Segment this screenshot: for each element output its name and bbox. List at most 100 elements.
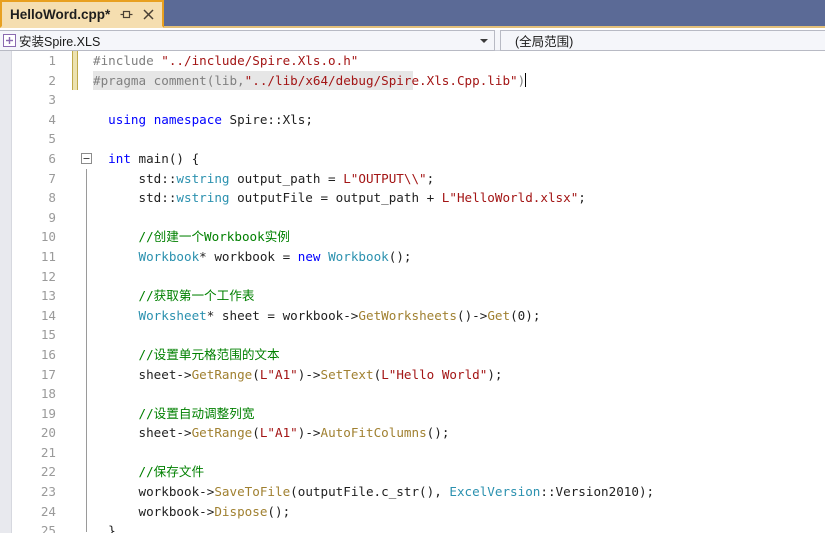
indicator-margin[interactable] bbox=[0, 51, 12, 533]
line-number: 6 bbox=[48, 150, 56, 166]
code-line[interactable]: 10 //创建一个Workbook实例 bbox=[13, 227, 825, 247]
code-line[interactable]: 3 bbox=[13, 90, 825, 110]
indent-guide bbox=[86, 246, 87, 267]
change-bar bbox=[72, 90, 78, 110]
line-number: 24 bbox=[40, 503, 56, 519]
line-number: 9 bbox=[48, 209, 56, 225]
line-number: 2 bbox=[48, 72, 56, 88]
code-line[interactable]: 9 bbox=[13, 207, 825, 228]
code-line[interactable]: 22 //保存文件 bbox=[13, 462, 825, 483]
line-number: 25 bbox=[40, 523, 56, 533]
code-text-area[interactable]: 1 #include "../include/Spire.Xls.o.h" 2 #pr… bbox=[13, 51, 825, 533]
code-text: sheet->GetRange(L"A1")->AutoFitColumns()… bbox=[93, 425, 450, 441]
pin-icon[interactable] bbox=[120, 8, 133, 21]
line-number: 20 bbox=[40, 425, 56, 441]
indent-guide bbox=[86, 344, 87, 365]
member-scope-value: (全局范围) bbox=[515, 35, 574, 49]
change-bar bbox=[72, 169, 78, 189]
code-line[interactable]: 6 int main() { bbox=[13, 149, 825, 169]
change-bar bbox=[72, 267, 78, 287]
code-line[interactable]: 13 //获取第一个工作表 bbox=[13, 286, 825, 306]
project-icon bbox=[3, 34, 16, 47]
line-number: 10 bbox=[40, 229, 56, 245]
line-number: 11 bbox=[40, 248, 56, 264]
change-bar bbox=[72, 247, 78, 267]
code-line[interactable]: 21 bbox=[13, 442, 825, 463]
code-text: sheet->GetRange(L"A1")->SetText(L"Hello … bbox=[93, 366, 503, 382]
indent-guide bbox=[86, 482, 87, 502]
collapse-icon[interactable] bbox=[81, 152, 92, 164]
code-line[interactable]: 20 sheet->GetRange(L"A1")->AutoFitColumn… bbox=[13, 423, 825, 443]
visual-studio-editor-window: HelloWord.cpp* 安装Spire.XLS (全局范围) 1 #inc… bbox=[0, 0, 825, 533]
change-bar bbox=[72, 188, 78, 208]
document-tab-label: HelloWord.cpp* bbox=[10, 6, 111, 22]
code-text: workbook->Dispose(); bbox=[93, 503, 291, 519]
close-icon[interactable] bbox=[142, 8, 155, 21]
code-text: std::wstring output_path = L"OUTPUT\\"; bbox=[93, 170, 435, 186]
line-number: 15 bbox=[40, 327, 56, 343]
change-bar bbox=[72, 51, 78, 71]
code-text: std::wstring outputFile = output_path + … bbox=[93, 190, 586, 206]
code-line[interactable]: 23 workbook->SaveToFile(outputFile.c_str… bbox=[13, 482, 825, 502]
code-line[interactable]: 24 workbook->Dispose(); bbox=[13, 501, 825, 522]
line-number: 14 bbox=[40, 307, 56, 323]
indent-guide bbox=[86, 305, 87, 326]
indent-guide bbox=[86, 501, 87, 522]
navigation-bar: 安装Spire.XLS (全局范围) bbox=[0, 30, 825, 51]
line-number: 3 bbox=[48, 92, 56, 108]
code-line[interactable]: 17 sheet->GetRange(L"A1")->SetText(L"Hel… bbox=[13, 364, 825, 385]
change-bar bbox=[72, 404, 78, 424]
line-number: 21 bbox=[40, 444, 56, 460]
member-scope-dropdown[interactable]: (全局范围) bbox=[500, 30, 825, 51]
line-number: 16 bbox=[40, 346, 56, 362]
code-text: //创建一个Workbook实例 bbox=[138, 229, 290, 245]
change-bar bbox=[72, 286, 78, 306]
document-tab-strip: HelloWord.cpp* bbox=[0, 0, 825, 28]
code-line[interactable]: 12 bbox=[13, 266, 825, 287]
code-editor[interactable]: 1 #include "../include/Spire.Xls.o.h" 2 #pr… bbox=[0, 51, 825, 533]
indent-guide bbox=[86, 168, 87, 189]
code-line[interactable]: 11 Workbook* workbook = new Workbook(); bbox=[13, 246, 825, 267]
line-number: 13 bbox=[40, 288, 56, 304]
code-line[interactable]: 2 #pragma comment(lib,"../lib/x64/debug/S… bbox=[13, 70, 825, 91]
code-line[interactable]: 14 Worksheet* sheet = workbook->GetWorks… bbox=[13, 305, 825, 326]
code-text: int main() { bbox=[108, 150, 200, 166]
code-line[interactable]: 8 std::wstring outputFile = output_path … bbox=[13, 188, 825, 208]
line-number: 19 bbox=[40, 405, 56, 421]
code-text: using namespace Spire::Xls; bbox=[108, 111, 313, 127]
line-number: 1 bbox=[48, 53, 56, 68]
indent-guide bbox=[86, 384, 87, 404]
code-text: } bbox=[93, 523, 116, 533]
code-line[interactable]: 15 bbox=[13, 325, 825, 345]
change-bar bbox=[72, 325, 78, 345]
line-number: 18 bbox=[40, 386, 56, 402]
code-line[interactable]: 18 bbox=[13, 384, 825, 404]
code-line[interactable]: 4 using namespace Spire::Xls; bbox=[13, 110, 825, 130]
indent-guide bbox=[86, 442, 87, 463]
change-bar bbox=[72, 384, 78, 404]
document-tab-hello-word-cpp[interactable]: HelloWord.cpp* bbox=[0, 0, 165, 28]
indent-guide bbox=[86, 403, 87, 424]
code-line[interactable]: 16 //设置单元格范围的文本 bbox=[13, 344, 825, 365]
change-bar bbox=[72, 502, 78, 522]
project-scope-dropdown[interactable]: 安装Spire.XLS bbox=[0, 30, 495, 51]
code-line[interactable]: 1 #include "../include/Spire.Xls.o.h" bbox=[13, 51, 825, 71]
change-bar bbox=[72, 482, 78, 502]
code-text: Worksheet* sheet = workbook->GetWorkshee… bbox=[138, 307, 541, 323]
line-number: 12 bbox=[40, 268, 56, 284]
code-text: //设置单元格范围的文本 bbox=[138, 346, 280, 362]
project-scope-value: 安装Spire.XLS bbox=[19, 35, 101, 49]
code-line[interactable]: 19 //设置自动调整列宽 bbox=[13, 403, 825, 424]
code-line[interactable]: 7 std::wstring output_path = L"OUTPUT\\"… bbox=[13, 168, 825, 189]
line-number: 5 bbox=[48, 131, 56, 147]
indent-guide bbox=[86, 286, 87, 306]
change-bar bbox=[72, 70, 78, 91]
chevron-down-icon[interactable] bbox=[480, 38, 488, 43]
code-line[interactable]: 25 } bbox=[13, 521, 825, 533]
indent-guide bbox=[86, 266, 87, 287]
indent-guide bbox=[86, 207, 87, 228]
line-number: 7 bbox=[48, 170, 56, 186]
change-bar bbox=[72, 423, 78, 443]
change-bar bbox=[72, 208, 78, 228]
code-line[interactable]: 5 bbox=[13, 129, 825, 149]
